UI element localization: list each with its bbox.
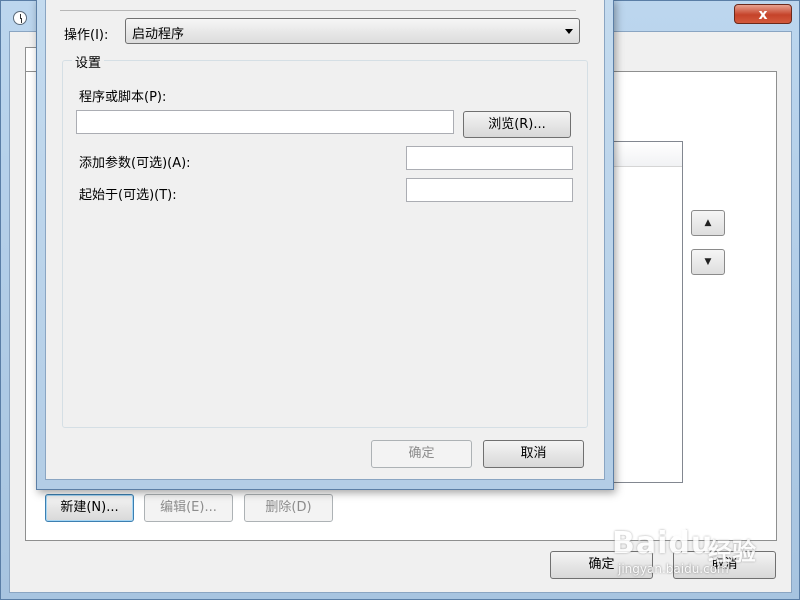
new-action-button[interactable]: 新建(N)... [45,494,134,522]
action-dropdown-value: 启动程序 [132,27,185,42]
clock-icon [13,11,27,25]
move-up-button[interactable]: ▲ [691,210,725,236]
program-input[interactable] [77,111,453,133]
start-in-field[interactable] [406,178,573,202]
arrow-up-icon: ▲ [704,218,712,228]
browse-button[interactable]: 浏览(R)... [463,111,571,138]
arguments-input[interactable] [407,147,572,169]
move-down-button[interactable]: ▼ [691,249,725,275]
action-label: 操作(I): [64,28,109,43]
dialog-ok-button[interactable]: 确定 [371,440,472,468]
actions-list[interactable] [611,141,683,483]
arguments-field[interactable] [406,146,573,170]
settings-group-title: 设置 [72,52,105,71]
actions-list-header [612,142,682,167]
program-field[interactable] [76,110,454,134]
watermark-url: jingyan.baidu.com [618,562,729,576]
chevron-down-icon [565,29,573,34]
edit-action-button[interactable]: 编辑(E)... [144,494,233,522]
baidu-jingyan-watermark: Baidu 经验 jingyan.baidu.com [612,514,792,584]
action-dropdown[interactable]: 启动程序 [125,18,580,44]
arguments-label: 添加参数(可选)(A): [79,156,191,171]
start-in-label: 起始于(可选)(T): [79,188,177,203]
paw-icon [664,514,694,544]
program-label: 程序或脚本(P): [79,90,167,105]
start-in-input[interactable] [407,179,572,201]
baidu-logo: Baidu [612,526,714,561]
arrow-down-icon: ▼ [704,257,712,267]
top-separator [60,10,576,11]
close-window-button[interactable]: x [734,4,792,24]
dialog-cancel-button[interactable]: 取消 [483,440,584,468]
delete-action-button[interactable]: 删除(D) [244,494,333,522]
